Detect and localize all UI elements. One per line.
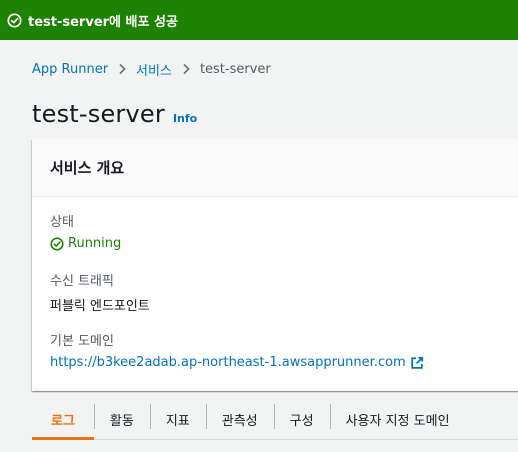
breadcrumb-services[interactable]: 서비스 (136, 60, 172, 79)
chevron-right-icon (117, 63, 127, 75)
default-domain-link[interactable]: https://b3kee2adab.ap-northeast-1.awsapp… (50, 355, 424, 370)
tab-custom-domains[interactable]: 사용자 지정 도메인 (329, 400, 466, 439)
service-tabs: 로그 활동 지표 관측성 구성 사용자 지정 도메인 (32, 400, 518, 440)
breadcrumb: App Runner 서비스 test-server (32, 60, 271, 79)
domain-url[interactable]: https://b3kee2adab.ap-northeast-1.awsapp… (50, 355, 406, 370)
status-text: Running (68, 236, 122, 251)
external-link-icon[interactable] (410, 356, 424, 370)
check-circle-icon (7, 12, 22, 28)
service-overview-panel: 서비스 개요 상태 Running 수신 트래픽 퍼블릭 엔드포인트 기본 도메… (32, 139, 518, 391)
tab-configuration[interactable]: 구성 (273, 400, 330, 439)
check-circle-icon (50, 236, 64, 251)
page-header: test-server Info (32, 100, 197, 128)
flash-message: test-server에 배포 성공 (28, 14, 178, 30)
page-title: test-server (32, 100, 165, 128)
traffic-value: 퍼블릭 엔드포인트 (50, 299, 150, 314)
info-link[interactable]: Info (173, 112, 197, 125)
domain-field: 기본 도메인 https://b3kee2adab.ap-northeast-1… (50, 330, 424, 370)
tab-observability[interactable]: 관측성 (205, 400, 274, 439)
success-flash-banner: test-server에 배포 성공 (0, 0, 518, 40)
tab-activity[interactable]: 활동 (93, 400, 150, 439)
traffic-field: 수신 트래픽 퍼블릭 엔드포인트 (50, 270, 150, 314)
tab-logs[interactable]: 로그 (32, 400, 94, 440)
breadcrumb-current: test-server (199, 61, 271, 77)
panel-title: 서비스 개요 (32, 139, 518, 197)
tab-metrics[interactable]: 지표 (149, 400, 206, 439)
chevron-right-icon (181, 63, 191, 75)
traffic-label: 수신 트래픽 (50, 274, 114, 289)
status-field: 상태 Running (50, 211, 121, 251)
domain-label: 기본 도메인 (50, 334, 114, 349)
breadcrumb-app-runner[interactable]: App Runner (32, 62, 108, 77)
status-label: 상태 (50, 215, 74, 230)
status-value: Running (50, 236, 121, 251)
